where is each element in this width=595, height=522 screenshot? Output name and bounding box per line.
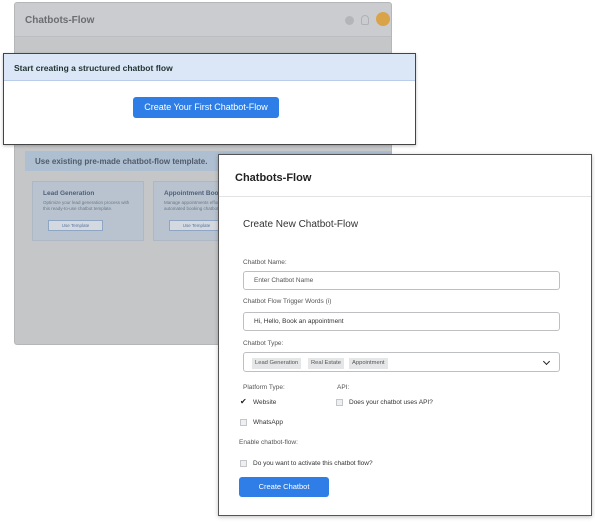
- template-card-description: Optimize your lead generation process wi…: [43, 200, 130, 211]
- avatar[interactable]: [376, 12, 390, 26]
- api-option-label: Does your chatbot uses API?: [349, 399, 433, 406]
- chatbot-type-select[interactable]: Lead Generation Real Estate Appointment: [243, 352, 560, 372]
- create-chatbot-form-window: Chatbots-Flow Create New Chatbot-Flow Ch…: [218, 154, 592, 516]
- activate-option-label: Do you want to activate this chatbot flo…: [253, 460, 373, 467]
- chatbot-type-tag[interactable]: Appointment: [349, 358, 388, 369]
- activate-checkbox[interactable]: [240, 460, 247, 467]
- create-first-chatbot-flow-button[interactable]: Create Your First Chatbot-Flow: [133, 97, 279, 118]
- template-card-title: Appointment Booki: [164, 190, 224, 197]
- trigger-words-label: Chatbot Flow Trigger Words (i): [243, 298, 332, 305]
- create-chatbot-button[interactable]: Create Chatbot: [239, 477, 329, 497]
- whatsapp-checkbox[interactable]: [240, 419, 247, 426]
- template-card-lead-generation[interactable]: Lead Generation Optimize your lead gener…: [32, 181, 144, 241]
- use-template-button[interactable]: Use Template: [169, 220, 224, 231]
- platform-type-label: Platform Type:: [243, 384, 285, 391]
- template-card-title: Lead Generation: [43, 190, 95, 197]
- whatsapp-option-label: WhatsApp: [253, 419, 283, 426]
- trigger-words-input[interactable]: Hi, Hello, Book an appointment: [243, 312, 560, 331]
- gear-icon[interactable]: [345, 16, 354, 25]
- website-checkbox[interactable]: ✔: [240, 398, 247, 406]
- start-creating-heading: Start creating a structured chatbot flow: [4, 54, 415, 81]
- bell-icon[interactable]: [361, 15, 369, 25]
- chevron-down-icon[interactable]: [542, 357, 551, 366]
- api-checkbox[interactable]: [336, 399, 343, 406]
- api-label: API:: [337, 384, 350, 391]
- divider: [219, 196, 591, 197]
- chatbot-type-tag[interactable]: Real Estate: [308, 358, 344, 369]
- use-template-button[interactable]: Use Template: [48, 220, 103, 231]
- background-header: Chatbots-Flow: [15, 3, 391, 37]
- form-subtitle: Create New Chatbot-Flow: [243, 219, 359, 230]
- chatbot-type-label: Chatbot Type:: [243, 340, 284, 347]
- start-creating-panel: Start creating a structured chatbot flow…: [3, 53, 416, 145]
- chatbot-type-tag[interactable]: Lead Generation: [252, 358, 302, 369]
- background-title: Chatbots-Flow: [25, 15, 95, 26]
- website-option-label: Website: [253, 399, 277, 406]
- chatbot-name-input[interactable]: Enter Chatbot Name: [243, 271, 560, 290]
- enable-chatbot-flow-label: Enable chatbot-flow:: [239, 439, 298, 446]
- form-window-title: Chatbots-Flow: [235, 172, 312, 184]
- chatbot-name-label: Chatbot Name:: [243, 259, 287, 266]
